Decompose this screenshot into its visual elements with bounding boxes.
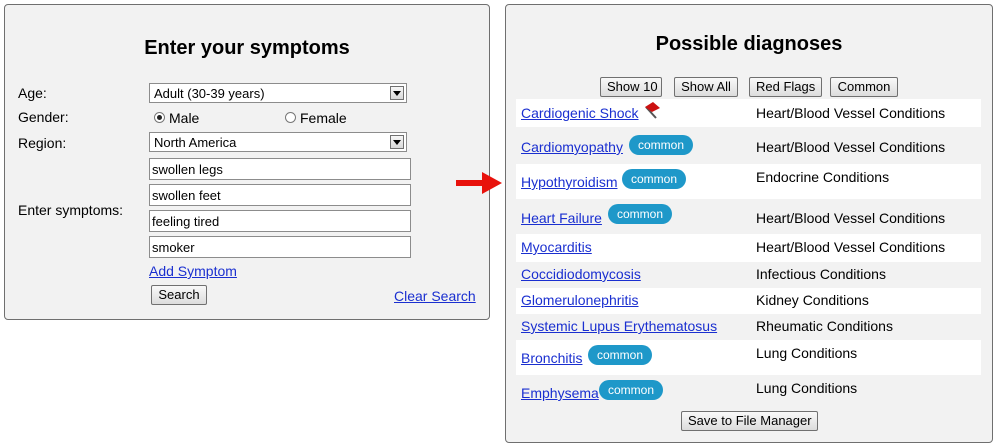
diagnosis-name-link[interactable]: Bronchitis <box>521 350 582 366</box>
diagnosis-name-link[interactable]: Emphysema <box>521 385 599 401</box>
diagnosis-name-link[interactable]: Glomerulonephritis <box>521 292 639 308</box>
common-badge: common <box>599 380 663 400</box>
diagnosis-name-link[interactable]: Myocarditis <box>521 239 592 255</box>
diagnosis-row: Coccidiodomycosis Infectious Conditions <box>516 262 981 288</box>
gender-label: Gender: <box>18 109 69 125</box>
diagnosis-row: Hypothyroidism Endocrine Conditions common <box>516 164 981 199</box>
red-flags-button[interactable]: Red Flags <box>749 77 822 97</box>
enter-symptoms-label: Enter symptoms: <box>18 202 124 218</box>
diagnosis-category: Rheumatic Conditions <box>756 318 893 334</box>
diagnosis-row: Glomerulonephritis Kidney Conditions <box>516 288 981 314</box>
right-arrow-icon <box>456 172 502 194</box>
clear-search-link[interactable]: Clear Search <box>394 288 476 304</box>
symptom-entry-panel: Enter your symptoms Age: Adult (30-39 ye… <box>4 4 490 320</box>
diagnosis-category: Heart/Blood Vessel Conditions <box>756 239 946 255</box>
diagnoses-panel: Possible diagnoses Show 10 Show All Red … <box>505 4 993 443</box>
diagnosis-name-link[interactable]: Hypothyroidism <box>521 174 617 190</box>
search-button[interactable]: Search <box>151 285 207 305</box>
diagnosis-name-link[interactable]: Cardiogenic Shock <box>521 105 639 121</box>
diagnosis-category: Heart/Blood Vessel Conditions <box>756 210 946 226</box>
common-badge: common <box>588 345 652 365</box>
diagnosis-category: Heart/Blood Vessel Conditions <box>756 105 946 121</box>
diagnosis-row: Emphysema Lung Conditions common <box>516 375 981 410</box>
diagnosis-category: Lung Conditions <box>756 380 858 396</box>
gender-option-male-label: Male <box>169 110 200 126</box>
chevron-down-icon[interactable] <box>390 135 404 149</box>
diagnosis-name-link[interactable]: Cardiomyopathy <box>521 139 623 155</box>
diagnosis-name-link[interactable]: Heart Failure <box>521 210 602 226</box>
diagnosis-category: Kidney Conditions <box>756 292 869 308</box>
age-select[interactable]: Adult (30-39 years) <box>149 83 407 103</box>
gender-radio-female[interactable] <box>285 112 296 123</box>
common-button[interactable]: Common <box>830 77 898 97</box>
diagnosis-category: Lung Conditions <box>756 345 858 361</box>
region-select[interactable]: North America <box>149 132 407 152</box>
diagnosis-category: Infectious Conditions <box>756 266 886 282</box>
diagnoses-panel-title: Possible diagnoses <box>655 33 843 55</box>
symptom-input-1[interactable] <box>149 158 411 180</box>
diagnosis-row: Cardiomyopathy Heart/Blood Vessel Conditi… <box>516 129 981 164</box>
gender-option-female-label: Female <box>300 110 347 126</box>
diagnosis-category: Heart/Blood Vessel Conditions <box>756 139 946 155</box>
diagnosis-category: Endocrine Conditions <box>756 169 890 185</box>
region-select-value: North America <box>154 135 237 150</box>
symptom-input-4[interactable] <box>149 236 411 258</box>
common-badge: common <box>629 135 693 155</box>
region-label: Region: <box>18 135 67 151</box>
age-select-value: Adult (30-39 years) <box>154 86 265 101</box>
save-to-file-manager-button[interactable]: Save to File Manager <box>681 411 818 431</box>
diagnosis-row: Systemic Lupus Erythematosus Rheumatic Co… <box>516 314 981 340</box>
common-badge: common <box>622 169 686 189</box>
diagnosis-row: Myocarditis Heart/Blood Vessel Conditions <box>516 234 981 262</box>
diagnosis-row: Heart Failure Heart/Blood Vessel Conditio… <box>516 199 981 234</box>
chevron-down-icon[interactable] <box>390 86 404 100</box>
add-symptom-link[interactable]: Add Symptom <box>149 263 237 279</box>
gender-radio-male[interactable] <box>154 112 165 123</box>
show-all-button[interactable]: Show All <box>674 77 738 97</box>
common-badge: common <box>608 204 672 224</box>
show-10-button[interactable]: Show 10 <box>600 77 662 97</box>
diagnosis-row: Bronchitis Lung Conditions common <box>516 340 981 375</box>
symptoms-panel-title: Enter your symptoms <box>144 37 350 59</box>
diagnosis-row: Cardiogenic Shock Heart/Blood Vessel Cond… <box>516 99 981 127</box>
red-flag-icon <box>645 102 660 119</box>
symptom-input-2[interactable] <box>149 184 411 206</box>
diagnosis-name-link[interactable]: Systemic Lupus Erythematosus <box>521 318 717 334</box>
symptom-input-3[interactable] <box>149 210 411 232</box>
diagnosis-name-link[interactable]: Coccidiodomycosis <box>521 266 641 282</box>
age-label: Age: <box>18 85 47 101</box>
